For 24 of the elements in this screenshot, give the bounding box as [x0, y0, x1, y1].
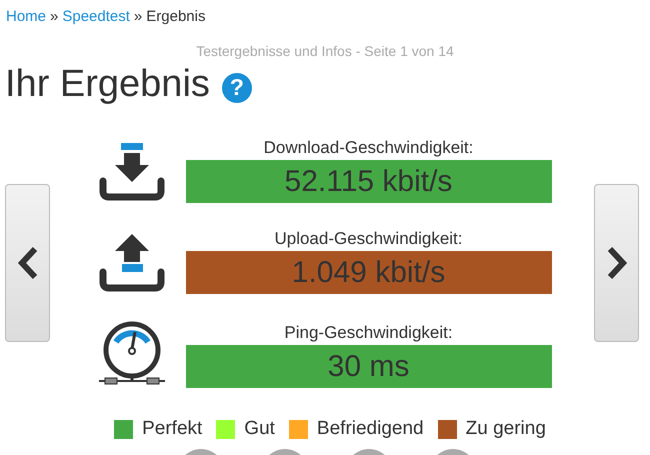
breadcrumb-separator: » [134, 8, 142, 27]
breadcrumb-link[interactable]: Home [6, 8, 46, 28]
result-value: 1.049 kbit/s [186, 251, 552, 294]
result-value: 30 ms [186, 345, 552, 388]
legend-label: Perfekt [142, 418, 202, 440]
legend-label: Gut [244, 418, 275, 440]
chevron-left-icon [16, 246, 38, 280]
page-subtitle: Testergebnisse und Infos - Seite 1 von 14 [195, 43, 455, 59]
result-value: 52.115 kbit/s [186, 160, 552, 203]
help-icon[interactable]: ? [222, 72, 252, 102]
breadcrumb-separator: » [50, 8, 58, 27]
result-label: Ping-Geschwindigkeit: [284, 323, 453, 343]
previous-button[interactable] [5, 184, 50, 342]
result-label: Upload-Geschwindigkeit: [274, 229, 463, 249]
page-title: Ihr Ergebnis [5, 63, 210, 106]
breadcrumb-current: Ergebnis [146, 8, 206, 27]
chevron-right-icon [606, 246, 628, 280]
legend-label: Zu gering [466, 418, 546, 440]
result-label: Download-Geschwindigkeit: [264, 138, 474, 158]
download-icon [96, 141, 166, 203]
breadcrumb-link[interactable]: Speedtest [62, 8, 130, 28]
legend-label: Befriedigend [316, 418, 424, 440]
upload-icon [96, 232, 166, 294]
next-button[interactable] [594, 184, 639, 342]
